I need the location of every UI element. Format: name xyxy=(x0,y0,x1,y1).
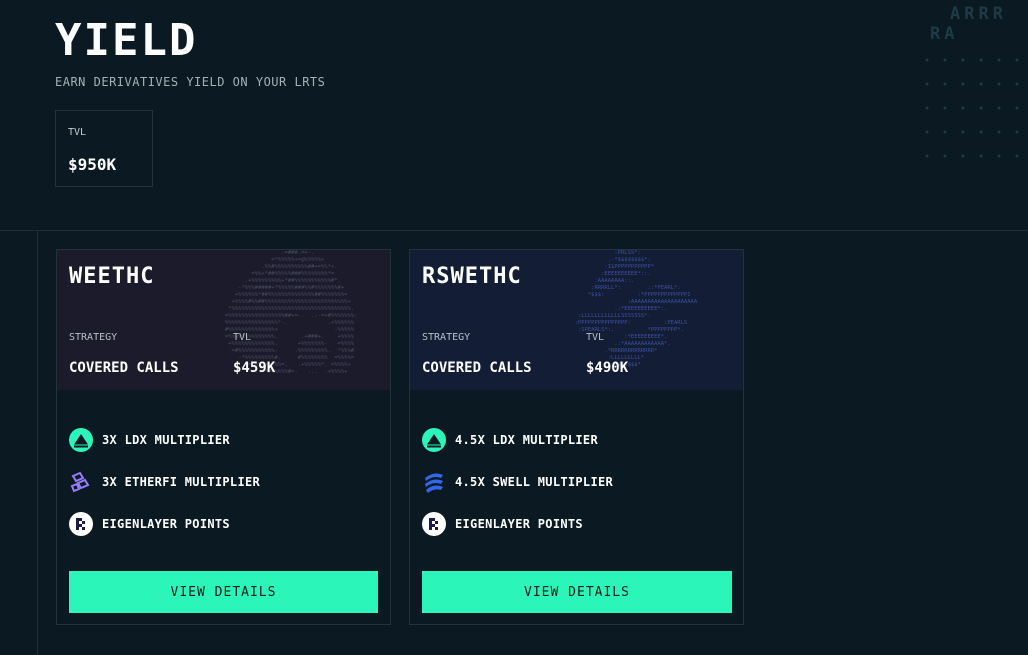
ldx-icon xyxy=(422,428,446,452)
card-header: .=###.=+-. =*%%%%%+=@%%%%%+ .%%#%%%%%%%%… xyxy=(57,250,390,390)
feature-text: EIGENLAYER POINTS xyxy=(455,517,583,531)
decor-letters-row2: RA xyxy=(930,24,959,44)
left-rail-divider xyxy=(37,231,38,655)
decor-dot-grid xyxy=(918,48,1028,170)
feature-item: 3X LDX MULTIPLIER xyxy=(69,427,230,453)
total-tvl-panel: TVL $950K xyxy=(55,110,153,187)
feature-text: EIGENLAYER POINTS xyxy=(102,517,230,531)
view-details-button[interactable]: VIEW DETAILS xyxy=(69,571,378,613)
feature-item: 4.5X SWELL MULTIPLIER xyxy=(422,469,613,495)
feature-text: 3X LDX MULTIPLIER xyxy=(102,433,230,447)
vault-name: RSWETHC xyxy=(422,264,522,289)
decor-letters-row1: ARRR xyxy=(950,4,1007,24)
total-tvl-label: TVL xyxy=(68,127,87,138)
decorative-pattern: ARRR RA xyxy=(918,0,1028,170)
tvl-label: TVL xyxy=(233,332,252,343)
page-title: YIELD xyxy=(55,15,198,66)
vault-card-weethc: .=###.=+-. =*%%%%%+=@%%%%%+ .%%#%%%%%%%%… xyxy=(56,249,391,625)
feature-text: 3X ETHERFI MULTIPLIER xyxy=(102,475,261,489)
view-details-button[interactable]: VIEW DETAILS xyxy=(422,571,732,613)
etherfi-icon xyxy=(69,470,93,494)
page-subtitle: EARN DERIVATIVES YIELD ON YOUR LRTS xyxy=(55,75,326,89)
tvl-value: $459K xyxy=(233,360,276,376)
swell-icon xyxy=(422,470,446,494)
feature-item: 3X ETHERFI MULTIPLIER xyxy=(69,469,260,495)
section-divider xyxy=(0,230,1028,231)
feature-item: EIGENLAYER POINTS xyxy=(69,511,230,537)
ldx-icon xyxy=(69,428,93,452)
tvl-label: TVL xyxy=(586,332,605,343)
strategy-label: STRATEGY xyxy=(69,332,118,343)
vault-card-rswethc: :PRLSS*: .-*$$$$$$$$*: :I$PPPPPPPPPPP* :… xyxy=(409,249,744,625)
eigenlayer-icon xyxy=(69,512,93,536)
total-tvl-value: $950K xyxy=(68,155,117,174)
feature-text: 4.5X SWELL MULTIPLIER xyxy=(455,475,614,489)
card-header: :PRLSS*: .-*$$$$$$$$*: :I$PPPPPPPPPPP* :… xyxy=(410,250,743,390)
feature-item: 4.5X LDX MULTIPLIER xyxy=(422,427,598,453)
strategy-label: STRATEGY xyxy=(422,332,471,343)
strategy-value: COVERED CALLS xyxy=(422,360,532,376)
strategy-value: COVERED CALLS xyxy=(69,360,179,376)
eigenlayer-icon xyxy=(422,512,446,536)
feature-text: 4.5X LDX MULTIPLIER xyxy=(455,433,598,447)
tvl-value: $490K xyxy=(586,360,629,376)
feature-item: EIGENLAYER POINTS xyxy=(422,511,583,537)
vault-name: WEETHC xyxy=(69,264,155,289)
